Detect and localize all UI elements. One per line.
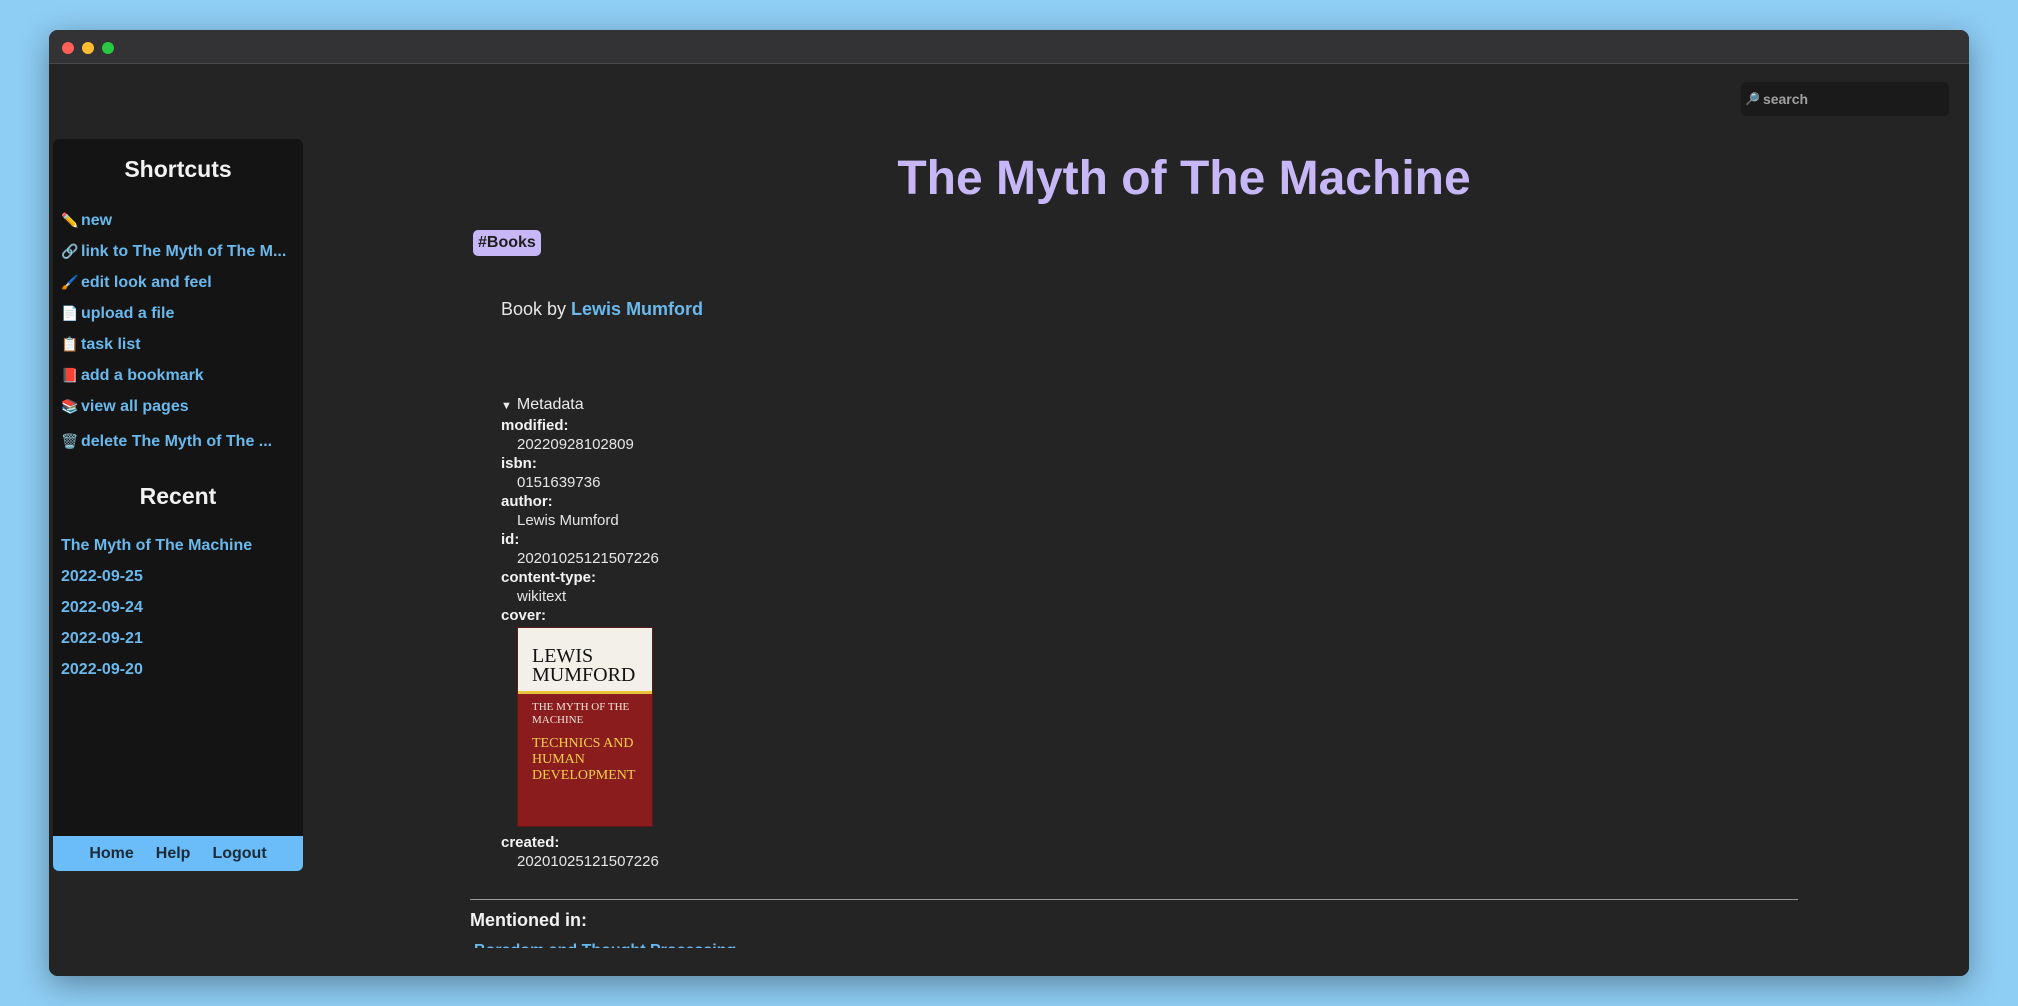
books-icon: 📚	[61, 398, 79, 414]
shortcut-link-to-page[interactable]: 🔗 link to The Myth of The M...	[61, 236, 297, 267]
meta-key-cover: cover:	[501, 607, 547, 624]
cover-main-title-text: TECHNICS AND HUMAN DEVELOPMENT	[532, 736, 635, 784]
help-link[interactable]: Help	[145, 845, 202, 863]
shortcuts-heading: Shortcuts	[124, 156, 232, 182]
logout-link[interactable]: Logout	[201, 845, 277, 863]
disclosure-triangle-icon: ▼	[501, 400, 512, 412]
meta-key-isbn: isbn:	[501, 455, 537, 472]
mentioned-in-heading: Mentioned in:	[470, 910, 587, 930]
shortcut-upload-file[interactable]: 📄 upload a file	[61, 298, 297, 329]
meta-key-author: author:	[501, 493, 553, 510]
maximize-window-button[interactable]	[102, 42, 114, 54]
recent-item[interactable]: 2022-09-25	[61, 561, 252, 592]
book-cover-image: LEWIS MUMFORD THE MYTH OF THE MACHINE TE…	[517, 627, 653, 827]
document-icon: 📄	[61, 305, 79, 321]
metadata-list: modified: 20220928102809 isbn: 015163973…	[501, 416, 901, 871]
meta-key-created: created:	[501, 834, 560, 851]
recent-item[interactable]: 2022-09-24	[61, 592, 252, 623]
intro-prefix: Book by	[501, 299, 572, 319]
cover-title-line: DEVELOPMENT	[532, 768, 636, 783]
meta-key-id: id:	[501, 531, 520, 548]
book-icon: 📕	[61, 367, 79, 383]
meta-value-cover: LEWIS MUMFORD THE MYTH OF THE MACHINE TE…	[517, 627, 901, 827]
cover-title-line: HUMAN	[532, 752, 585, 767]
sidebar: Shortcuts ✏️ new 🔗 link to The Myth of T…	[53, 139, 303, 871]
sidebar-footer: Home Help Logout	[53, 836, 303, 871]
section-divider	[470, 899, 1798, 900]
page-title: The Myth of The Machine	[897, 152, 1471, 205]
cover-title-line: TECHNICS AND	[532, 736, 634, 751]
shortcut-label: task list	[81, 335, 141, 353]
minimize-window-button[interactable]	[82, 42, 94, 54]
metadata-section: ▼ Metadata modified: 20220928102809 isbn:…	[501, 395, 901, 871]
title-bar	[49, 30, 1969, 64]
meta-key-content-type: content-type:	[501, 569, 596, 586]
link-icon: 🔗	[61, 243, 79, 259]
meta-key-modified: modified:	[501, 417, 569, 434]
pencil-icon: ✏️	[61, 212, 79, 228]
shortcuts-list: ✏️ new 🔗 link to The Myth of The M... 🖌️…	[61, 205, 297, 457]
meta-value-author: Lewis Mumford	[517, 512, 619, 529]
window-bottom-mask	[49, 948, 1969, 976]
trash-icon: 🗑️	[61, 433, 79, 449]
recent-list: The Myth of The Machine 2022-09-25 2022-…	[61, 530, 252, 685]
shortcut-add-bookmark[interactable]: 📕 add a bookmark	[61, 360, 297, 391]
cover-author-text: LEWIS MUMFORD	[532, 646, 636, 686]
meta-value-id: 20201025121507226	[517, 550, 659, 567]
intro-text: Book by Lewis Mumford	[501, 299, 703, 320]
shortcut-label: upload a file	[81, 304, 175, 322]
recent-heading: Recent	[139, 483, 217, 509]
cover-subtitle-text: THE MYTH OF THE MACHINE	[532, 701, 629, 727]
shortcut-label: edit look and feel	[81, 273, 212, 291]
home-link[interactable]: Home	[78, 845, 144, 863]
author-link[interactable]: Lewis Mumford	[571, 299, 703, 319]
cover-author-line: MUMFORD	[532, 664, 636, 686]
shortcut-delete-page[interactable]: 🗑️ delete The Myth of The ...	[61, 426, 297, 457]
shortcut-label: add a bookmark	[81, 366, 204, 384]
app-window: 🔎 Shortcuts ✏️ new 🔗 link to The Myth of…	[49, 30, 1969, 976]
shortcut-label: new	[81, 211, 113, 229]
shortcut-new[interactable]: ✏️ new	[61, 205, 297, 236]
magnifier-icon: 🔎	[1745, 92, 1760, 106]
recent-item[interactable]: 2022-09-20	[61, 654, 252, 685]
meta-value-content-type: wikitext	[517, 588, 567, 605]
cover-subtitle-line: MACHINE	[532, 714, 584, 726]
close-window-button[interactable]	[62, 42, 74, 54]
recent-item[interactable]: 2022-09-21	[61, 623, 252, 654]
search-box[interactable]: 🔎	[1741, 82, 1949, 116]
paintbrush-icon: 🖌️	[61, 274, 79, 290]
shortcut-view-all-pages[interactable]: 📚 view all pages	[61, 391, 297, 422]
tag-badge[interactable]: #Books	[473, 230, 541, 256]
shortcut-label: link to The Myth of The M...	[81, 242, 287, 260]
shortcut-label: view all pages	[81, 397, 189, 415]
shortcut-label: delete The Myth of The ...	[81, 432, 273, 450]
shortcut-task-list[interactable]: 📋 task list	[61, 329, 297, 360]
meta-value-isbn: 0151639736	[517, 474, 601, 491]
recent-item[interactable]: The Myth of The Machine	[61, 530, 252, 561]
meta-value-created: 20201025121507226	[517, 853, 659, 870]
cover-subtitle-line: THE MYTH OF THE	[532, 701, 630, 713]
meta-value-modified: 20220928102809	[517, 436, 634, 453]
clipboard-icon: 📋	[61, 336, 79, 352]
search-input[interactable]	[1762, 91, 1943, 107]
shortcut-edit-look-and-feel[interactable]: 🖌️ edit look and feel	[61, 267, 297, 298]
metadata-toggle[interactable]: ▼ Metadata	[501, 395, 901, 416]
metadata-summary-label: Metadata	[516, 396, 584, 413]
